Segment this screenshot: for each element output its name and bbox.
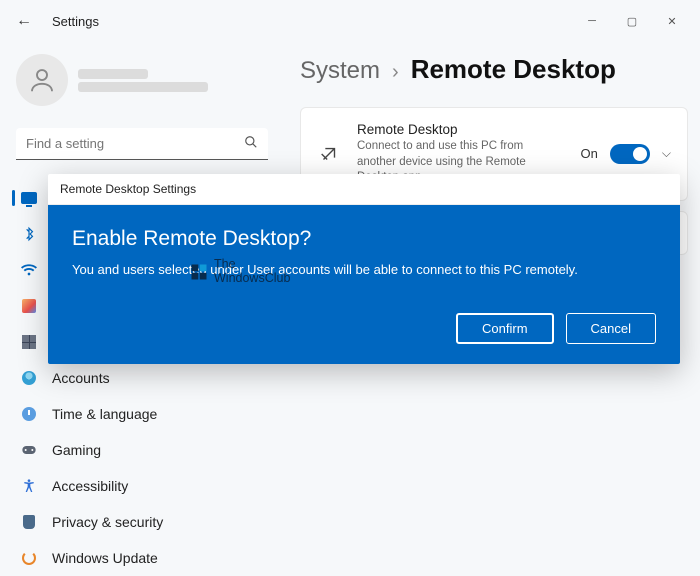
confirm-button[interactable]: Confirm	[456, 313, 554, 344]
dialog-title: Enable Remote Desktop?	[72, 227, 656, 251]
sidebar-item-accessibility[interactable]: Accessibility	[12, 468, 272, 504]
sidebar-item-update[interactable]: Windows Update	[12, 540, 272, 576]
sidebar-item-privacy[interactable]: Privacy & security	[12, 504, 272, 540]
user-section[interactable]	[12, 42, 272, 124]
remote-desktop-icon	[317, 142, 341, 166]
apps-icon	[20, 333, 38, 351]
dialog-header: Remote Desktop Settings	[48, 174, 680, 205]
cancel-button[interactable]: Cancel	[566, 313, 656, 344]
toggle-state-label: On	[581, 146, 598, 161]
avatar	[16, 54, 68, 106]
sidebar-item-label: Time & language	[52, 406, 157, 422]
wifi-icon	[20, 261, 38, 279]
sidebar-item-gaming[interactable]: Gaming	[12, 432, 272, 468]
shield-icon	[20, 513, 38, 531]
breadcrumb: System › Remote Desktop	[300, 54, 688, 85]
sidebar-item-label: Accessibility	[52, 478, 128, 494]
back-button[interactable]: ←	[8, 5, 40, 37]
gaming-icon	[20, 441, 38, 459]
windows-logo-icon	[190, 263, 208, 281]
maximize-button[interactable]: ▢	[612, 5, 652, 37]
titlebar: ← Settings ─ ▢ ✕	[0, 0, 700, 42]
close-button[interactable]: ✕	[652, 5, 692, 37]
watermark-line2: WindowsClub	[214, 272, 290, 286]
personalization-icon	[20, 297, 38, 315]
sidebar-item-label: Accounts	[52, 370, 110, 386]
search-box[interactable]	[16, 128, 268, 160]
confirm-dialog: Remote Desktop Settings Enable Remote De…	[48, 174, 680, 364]
card-title: Remote Desktop	[357, 122, 565, 137]
remote-desktop-toggle[interactable]	[610, 144, 650, 164]
clock-icon	[20, 405, 38, 423]
minimize-button[interactable]: ─	[572, 5, 612, 37]
dialog-message: You and users selected under User accoun…	[72, 261, 656, 279]
window-title: Settings	[52, 14, 99, 29]
watermark-line1: The	[214, 258, 290, 272]
sidebar-item-accounts[interactable]: Accounts	[12, 360, 272, 396]
breadcrumb-separator: ›	[392, 61, 399, 84]
search-icon	[244, 135, 258, 152]
window-controls: ─ ▢ ✕	[572, 5, 692, 37]
bluetooth-icon	[20, 225, 38, 243]
chevron-down-icon[interactable]: ⌵	[662, 146, 671, 161]
sidebar-item-label: Windows Update	[52, 550, 158, 566]
sidebar-item-label: Gaming	[52, 442, 101, 458]
user-name	[78, 69, 148, 79]
search-input[interactable]	[26, 136, 244, 151]
watermark: The WindowsClub	[190, 258, 290, 286]
breadcrumb-parent[interactable]: System	[300, 57, 380, 85]
user-email	[78, 82, 208, 92]
accessibility-icon	[20, 477, 38, 495]
sidebar-item-time[interactable]: Time & language	[12, 396, 272, 432]
system-icon	[20, 189, 38, 207]
page-title: Remote Desktop	[411, 54, 616, 85]
sidebar-item-label: Privacy & security	[52, 514, 163, 530]
accounts-icon	[20, 369, 38, 387]
